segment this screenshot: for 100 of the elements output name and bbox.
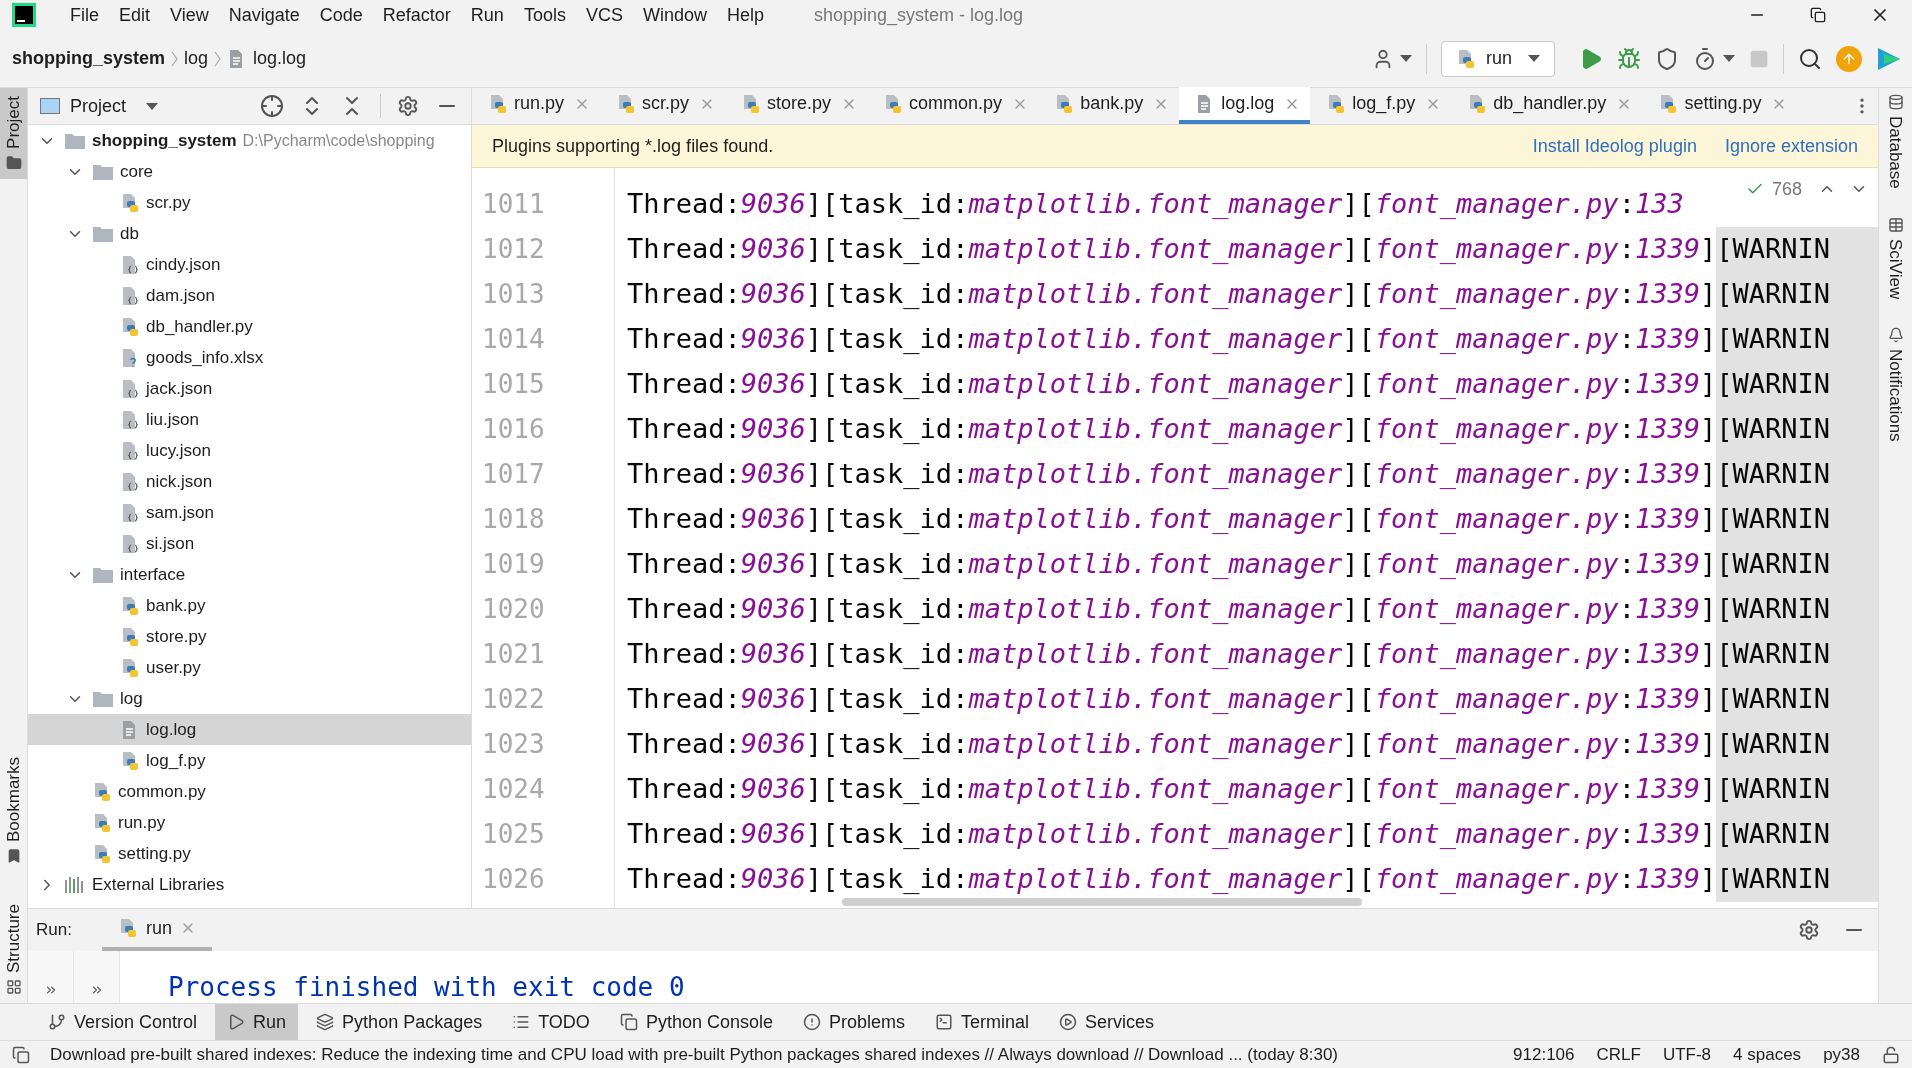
menu-item[interactable]: Help: [716, 1, 774, 29]
banner-link[interactable]: Install Ideolog plugin: [1532, 132, 1697, 160]
panel-icon: [40, 98, 60, 114]
tree-item[interactable]: core: [28, 156, 471, 187]
tree-item[interactable]: log.log: [28, 714, 471, 745]
tree-item[interactable]: scr.py: [28, 187, 471, 218]
editor-tab[interactable]: bank.py: [1038, 87, 1180, 124]
python-file-icon: [1467, 93, 1488, 114]
panel-toggle-icon[interactable]: [12, 1045, 30, 1064]
status-message[interactable]: Download pre-built shared indexes: Reduce the indexing time and CPU load with pre-built Python packages shared indexes // Always download // Download ... (today 8:30): [50, 1041, 1338, 1068]
search-icon[interactable]: [1798, 46, 1822, 71]
tree-item[interactable]: jack.json: [28, 373, 471, 404]
profile-icon[interactable]: [1693, 46, 1717, 71]
tree-item[interactable]: shopping_system D:\Pycharm\code\shopping: [28, 125, 471, 156]
tool-window-button[interactable]: Problems: [790, 1004, 917, 1040]
stripe-button[interactable]: SciView: [1882, 216, 1909, 299]
tree-item[interactable]: interface: [28, 559, 471, 590]
banner-link[interactable]: Ignore extension: [1724, 132, 1858, 160]
menu-item[interactable]: Refactor: [372, 1, 461, 29]
editor-tab[interactable]: setting.py: [1642, 87, 1798, 124]
tree-item[interactable]: dam.json: [28, 280, 471, 311]
tool-window-button[interactable]: Run: [215, 1004, 299, 1040]
tree-item[interactable]: nick.json: [28, 466, 471, 497]
tree-item[interactable]: db_handler.py: [28, 311, 471, 342]
tool-window-button[interactable]: Terminal: [923, 1004, 1042, 1040]
editor-tab[interactable]: scr.py: [600, 87, 726, 124]
menu-item[interactable]: Navigate: [218, 1, 310, 29]
tool-window-button[interactable]: Services: [1047, 1004, 1167, 1040]
breadcrumb-item[interactable]: log.log: [253, 45, 307, 72]
caret-icon[interactable]: [146, 102, 159, 110]
stripe-button[interactable]: Bookmarks: [0, 749, 27, 872]
play-icon: [227, 1013, 246, 1031]
tool-window-button[interactable]: Python Packages: [304, 1004, 495, 1040]
stripe-button[interactable]: Database: [1882, 94, 1909, 189]
menu-item[interactable]: View: [160, 1, 219, 29]
settings-icon[interactable]: [397, 95, 419, 117]
tree-item[interactable]: log_f.py: [28, 745, 471, 776]
menu-item[interactable]: Code: [309, 1, 373, 29]
run-config-dropdown[interactable]: run: [1441, 40, 1555, 77]
tree-item[interactable]: bank.py: [28, 590, 471, 621]
settings-icon[interactable]: [1798, 919, 1820, 941]
tree-item[interactable]: setting.py: [28, 838, 471, 869]
log-line: Thread:9036][task_id:matplotlib.font_manager][font_manager.py:1339][WARNIN: [627, 362, 1878, 407]
tree-item[interactable]: run.py: [28, 807, 471, 838]
tree-item[interactable]: External Libraries: [28, 869, 471, 900]
line-number: 1012: [482, 233, 545, 266]
tree-item[interactable]: goods_info.xlsx: [28, 342, 471, 373]
tree-item[interactable]: store.py: [28, 621, 471, 652]
status-item[interactable]: 912:106: [1513, 1041, 1575, 1068]
editor-tab[interactable]: common.py: [867, 87, 1039, 124]
json-file-icon: [120, 440, 140, 461]
tool-window-button[interactable]: Python Console: [607, 1004, 785, 1040]
restore-icon[interactable]: [1810, 7, 1826, 23]
stripe-button[interactable]: Notifications: [1882, 326, 1909, 442]
stripe-button[interactable]: Project: [0, 88, 27, 179]
json-file-icon: [120, 502, 140, 523]
tree-item[interactable]: log: [28, 683, 471, 714]
tree-item[interactable]: sam.json: [28, 497, 471, 528]
stripe-button[interactable]: Structure: [0, 896, 27, 1003]
breadcrumb-item[interactable]: log: [184, 45, 209, 72]
locate-icon[interactable]: [260, 94, 284, 118]
caret-icon[interactable]: [1723, 55, 1735, 62]
menu-item[interactable]: File: [60, 1, 109, 29]
editor-tab[interactable]: db_handler.py: [1451, 87, 1643, 124]
editor-tab[interactable]: log_f.py: [1310, 87, 1452, 124]
editor-tab[interactable]: log.log: [1179, 87, 1311, 124]
caret-icon[interactable]: [1400, 55, 1412, 62]
editor-tab[interactable]: run.py: [472, 87, 601, 124]
tree-item[interactable]: db: [28, 218, 471, 249]
menu-item[interactable]: Run: [460, 1, 514, 29]
assistant-logo-icon[interactable]: [1876, 45, 1902, 72]
line-number: 1020: [482, 593, 545, 626]
log-line: Thread:9036][task_id:matplotlib.font_manager][font_manager.py:1339][WARNIN: [627, 497, 1878, 542]
tree-item[interactable]: common.py: [28, 776, 471, 807]
tool-window-button[interactable]: Version Control: [36, 1004, 210, 1040]
log-line: Thread:9036][task_id:matplotlib.font_manager][font_manager.py:133: [627, 187, 1684, 222]
scrollbar-thumb[interactable]: [842, 898, 1362, 906]
tree-item[interactable]: cindy.json: [28, 249, 471, 280]
folder-icon: [64, 131, 86, 150]
tool-window-button[interactable]: TODO: [500, 1004, 602, 1040]
status-item[interactable]: 4 spaces: [1733, 1041, 1802, 1068]
caret-icon[interactable]: [1528, 55, 1540, 62]
lock-icon[interactable]: [1882, 1045, 1900, 1064]
menu-item[interactable]: Edit: [109, 1, 161, 29]
menu-item[interactable]: VCS: [575, 1, 633, 29]
status-item[interactable]: UTF-8: [1662, 1041, 1712, 1068]
tree-item[interactable]: user.py: [28, 652, 471, 683]
tree-item[interactable]: lucy.json: [28, 435, 471, 466]
menu-item[interactable]: Tools: [513, 1, 576, 29]
menu-item[interactable]: Window: [632, 1, 717, 29]
python-file-icon: [1658, 93, 1679, 114]
tree-item[interactable]: si.json: [28, 528, 471, 559]
debug-icon[interactable]: [1617, 46, 1641, 71]
panel-title[interactable]: Project: [70, 92, 127, 120]
breadcrumb-item[interactable]: shopping_system: [12, 45, 166, 72]
editor-tab[interactable]: store.py: [725, 87, 868, 124]
status-item[interactable]: py38: [1823, 1041, 1860, 1068]
tree-item[interactable]: liu.json: [28, 404, 471, 435]
status-item[interactable]: CRLF: [1596, 1041, 1641, 1068]
coverage-icon[interactable]: [1655, 46, 1679, 71]
